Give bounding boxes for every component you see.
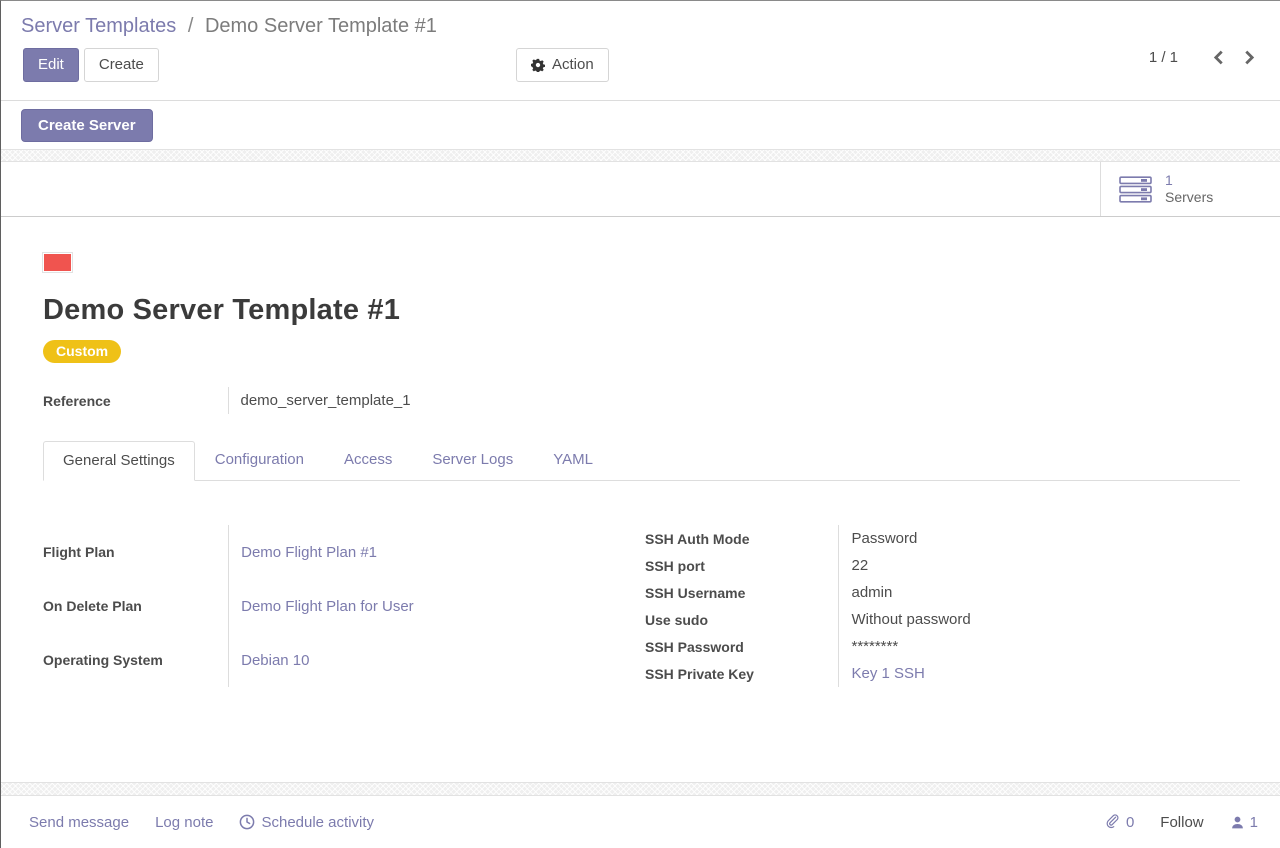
tab-bar: General Settings Configuration Access Se… bbox=[43, 440, 1240, 481]
action-button-label: Action bbox=[552, 55, 594, 75]
record-title: Demo Server Template #1 bbox=[43, 294, 1240, 327]
servers-stat-button[interactable]: 1 Servers bbox=[1100, 162, 1280, 216]
ssh-username-value: admin bbox=[839, 579, 1240, 606]
field-ssh-private-key: SSH Private Key Key 1 SSH bbox=[645, 660, 1240, 687]
flight-plan-value[interactable]: Demo Flight Plan #1 bbox=[229, 525, 645, 579]
ssh-username-label: SSH Username bbox=[645, 579, 839, 606]
breadcrumb: Server Templates / Demo Server Template … bbox=[1, 1, 1280, 38]
statusbar: Create Server bbox=[1, 101, 1280, 149]
chatter-bar: Send message Log note Schedule activity bbox=[1, 796, 1280, 848]
server-stack-icon bbox=[1119, 176, 1153, 203]
use-sudo-value: Without password bbox=[839, 606, 1240, 633]
control-panel-buttons: Edit Create Action 1 / 1 bbox=[1, 48, 1280, 82]
reference-label: Reference bbox=[43, 387, 228, 414]
tab-yaml[interactable]: YAML bbox=[533, 440, 613, 480]
tab-access[interactable]: Access bbox=[324, 440, 412, 480]
schedule-activity-label: Schedule activity bbox=[261, 814, 374, 831]
user-icon bbox=[1230, 815, 1245, 830]
operating-system-label: Operating System bbox=[43, 633, 229, 687]
field-on-delete-plan: On Delete Plan Demo Flight Plan for User bbox=[43, 579, 645, 633]
reference-value: demo_server_template_1 bbox=[228, 387, 648, 414]
use-sudo-label: Use sudo bbox=[645, 606, 839, 633]
ssh-auth-mode-value: Password bbox=[839, 525, 1240, 552]
pager-previous-button[interactable] bbox=[1210, 48, 1227, 67]
log-note-link[interactable]: Log note bbox=[155, 814, 213, 831]
breadcrumb-current: Demo Server Template #1 bbox=[205, 15, 437, 37]
attachments-button[interactable]: 0 bbox=[1106, 814, 1134, 831]
action-button[interactable]: Action bbox=[516, 48, 609, 82]
field-flight-plan: Flight Plan Demo Flight Plan #1 bbox=[43, 525, 645, 579]
tab-configuration[interactable]: Configuration bbox=[195, 440, 324, 480]
field-ssh-port: SSH port 22 bbox=[645, 552, 1240, 579]
breadcrumb-parent-link[interactable]: Server Templates bbox=[21, 15, 176, 37]
operating-system-value[interactable]: Debian 10 bbox=[229, 633, 645, 687]
ssh-port-value: 22 bbox=[839, 552, 1240, 579]
clock-icon bbox=[239, 814, 255, 830]
on-delete-plan-value[interactable]: Demo Flight Plan for User bbox=[229, 579, 645, 633]
field-use-sudo: Use sudo Without password bbox=[645, 606, 1240, 633]
followers-button[interactable]: 1 bbox=[1230, 814, 1258, 831]
servers-count: 1 bbox=[1165, 172, 1213, 189]
tab-content: Flight Plan Demo Flight Plan #1 On Delet… bbox=[43, 525, 1240, 687]
ssh-password-value: ******** bbox=[839, 633, 1240, 660]
field-group-right: SSH Auth Mode Password SSH port 22 SSH U… bbox=[645, 525, 1240, 687]
ssh-auth-mode-label: SSH Auth Mode bbox=[645, 525, 839, 552]
tab-server-logs[interactable]: Server Logs bbox=[412, 440, 533, 480]
ssh-password-label: SSH Password bbox=[645, 633, 839, 660]
attachments-count: 0 bbox=[1126, 814, 1134, 831]
button-box-row: 1 Servers bbox=[1, 162, 1280, 217]
edit-button[interactable]: Edit bbox=[23, 48, 79, 82]
create-button[interactable]: Create bbox=[84, 48, 159, 82]
field-ssh-auth-mode: SSH Auth Mode Password bbox=[645, 525, 1240, 552]
chevron-right-icon bbox=[1243, 50, 1256, 65]
field-operating-system: Operating System Debian 10 bbox=[43, 633, 645, 687]
ssh-port-label: SSH port bbox=[645, 552, 839, 579]
control-panel: Server Templates / Demo Server Template … bbox=[1, 1, 1280, 101]
tab-general-settings[interactable]: General Settings bbox=[43, 441, 195, 481]
divider-hatch-top bbox=[1, 149, 1280, 162]
on-delete-plan-label: On Delete Plan bbox=[43, 579, 229, 633]
app-window: Server Templates / Demo Server Template … bbox=[0, 0, 1280, 848]
field-group-left: Flight Plan Demo Flight Plan #1 On Delet… bbox=[43, 525, 645, 687]
field-ssh-username: SSH Username admin bbox=[645, 579, 1240, 606]
reference-field: Reference demo_server_template_1 bbox=[43, 387, 648, 414]
flight-plan-label: Flight Plan bbox=[43, 525, 229, 579]
create-server-button[interactable]: Create Server bbox=[21, 109, 153, 142]
follow-button[interactable]: Follow bbox=[1160, 814, 1203, 831]
pager-next-button[interactable] bbox=[1241, 48, 1258, 67]
chevron-left-icon bbox=[1212, 50, 1225, 65]
form-sheet: Demo Server Template #1 Custom Reference… bbox=[1, 217, 1280, 782]
field-ssh-password: SSH Password ******** bbox=[645, 633, 1240, 660]
breadcrumb-separator: / bbox=[188, 15, 194, 37]
custom-badge: Custom bbox=[43, 340, 121, 363]
followers-count: 1 bbox=[1250, 814, 1258, 831]
servers-label: Servers bbox=[1165, 189, 1213, 206]
paperclip-icon bbox=[1106, 814, 1121, 830]
ssh-private-key-label: SSH Private Key bbox=[645, 660, 839, 687]
pager-value: 1 / 1 bbox=[1149, 49, 1178, 66]
divider-hatch-bottom bbox=[1, 782, 1280, 796]
schedule-activity-link[interactable]: Schedule activity bbox=[239, 814, 374, 831]
send-message-link[interactable]: Send message bbox=[29, 814, 129, 831]
ssh-private-key-value[interactable]: Key 1 SSH bbox=[839, 660, 1240, 687]
template-image[interactable] bbox=[43, 253, 72, 272]
gear-icon bbox=[531, 58, 545, 72]
